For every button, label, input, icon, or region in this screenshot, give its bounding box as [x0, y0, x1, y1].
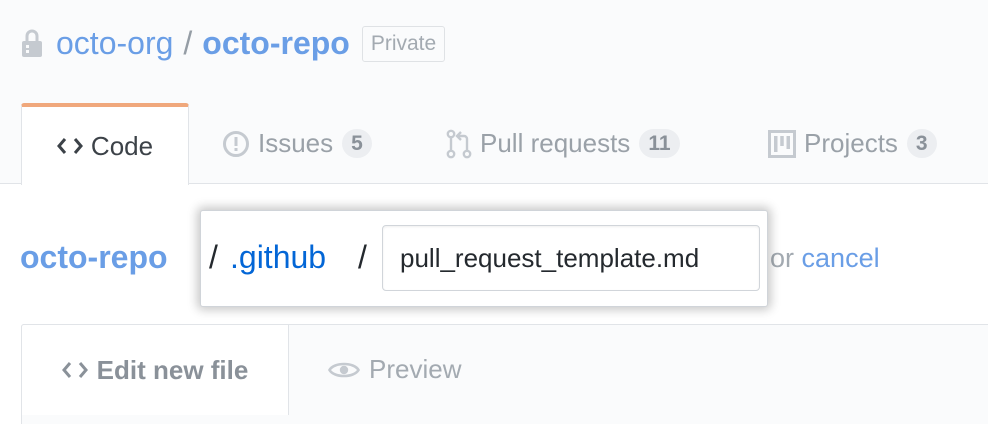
repo-title: octo-org / octo-repo Private: [20, 22, 446, 64]
lock-icon: [22, 29, 42, 57]
tab-label: Code: [90, 130, 154, 161]
path-separator: /: [183, 25, 193, 61]
repo-name-link[interactable]: octo-repo: [202, 22, 350, 64]
eye-icon: [328, 362, 360, 377]
pull-requests-count-badge: 11: [639, 129, 680, 158]
tab-issues[interactable]: Issues 5: [222, 103, 372, 184]
tab-pull-requests[interactable]: Pull requests 11: [446, 103, 680, 184]
path-separator: /: [209, 239, 218, 275]
path-separator: /: [358, 239, 367, 275]
filename-callout: / .github /: [200, 210, 768, 307]
filename-input[interactable]: [382, 225, 760, 291]
tab-label: Pull requests: [480, 128, 631, 158]
repo-header: octo-org / octo-repo Private Code Issues…: [0, 0, 988, 185]
issue-opened-icon: [223, 130, 249, 157]
breadcrumb-repo-link[interactable]: octo-repo: [20, 236, 168, 278]
breadcrumb-folder-link[interactable]: .github: [230, 236, 326, 278]
tab-code[interactable]: Code: [21, 103, 189, 185]
tab-projects[interactable]: Projects 3: [768, 103, 937, 184]
cancel-link[interactable]: cancel: [802, 243, 880, 273]
tab-label: Edit new file: [96, 354, 249, 385]
projects-count-badge: 3: [906, 129, 937, 158]
project-icon: [768, 129, 796, 158]
tab-edit-new-file[interactable]: Edit new file: [21, 324, 289, 415]
or-cancel-text: or cancel: [770, 240, 880, 276]
tab-label: Preview: [369, 354, 462, 384]
git-pull-request-icon: [446, 129, 472, 158]
private-label: Private: [361, 26, 446, 62]
issues-count-badge: 5: [342, 129, 372, 158]
file-editor: Edit new file Preview: [21, 324, 988, 424]
tab-label: Projects: [804, 128, 898, 158]
code-icon: [61, 362, 88, 378]
repo-owner-link[interactable]: octo-org: [56, 22, 173, 64]
tab-label: Issues: [258, 128, 334, 158]
or-text: or: [770, 243, 795, 273]
file-breadcrumb: octo-repo: [20, 236, 168, 278]
tab-preview[interactable]: Preview: [328, 324, 461, 415]
code-icon: [56, 138, 83, 154]
